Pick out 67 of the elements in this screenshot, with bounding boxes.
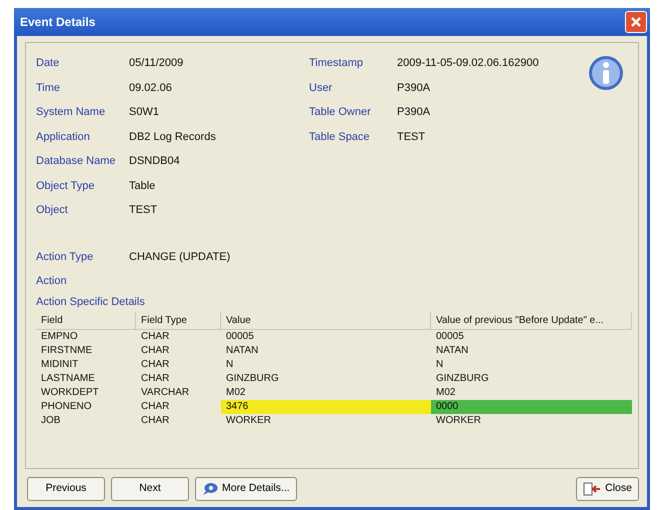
column-header[interactable]: Value — [221, 312, 431, 330]
field-value: DB2 Log Records — [129, 130, 216, 144]
table-cell-text: CHAR — [140, 330, 170, 344]
field-value: P390A — [397, 80, 430, 96]
field-value: 09.02.06 — [129, 80, 172, 96]
column-header[interactable]: Value of previous "Before Update" e... — [431, 312, 632, 330]
table-cell-text: WORKER — [435, 414, 482, 428]
field-label: Time — [36, 80, 62, 96]
field-label: Object Type — [36, 178, 96, 194]
table-cell-text: CHAR — [140, 344, 170, 358]
field-label: User — [309, 80, 334, 96]
table-cell-text: LASTNAME — [40, 372, 96, 386]
close-icon[interactable] — [625, 11, 647, 33]
section-title: Action Specific Details — [36, 294, 146, 310]
field-label: Action Type — [36, 250, 94, 264]
table-cell-text: CHAR — [140, 372, 170, 386]
table-cell-text: PHONENO — [40, 400, 93, 414]
speech-bubble-icon — [202, 482, 218, 496]
table-cell-text: WORKER — [225, 414, 272, 428]
table-cell-text: JOB — [40, 414, 62, 428]
field-label: Action — [36, 274, 68, 289]
table-cell: 3476 — [221, 400, 431, 414]
table-cell-text: NATAN — [225, 344, 260, 358]
field-value: TEST — [397, 130, 426, 144]
table-cell-text: GINZBURG — [435, 372, 490, 386]
field-value: 05/11/2009 — [129, 56, 184, 71]
table-cell-text: NATAN — [435, 344, 470, 358]
field-value: CHANGE (UPDATE) — [129, 250, 230, 264]
table-cell-text: FIRSTNME — [40, 344, 94, 358]
dialog-button[interactable]: Next — [111, 477, 189, 501]
exit-door-icon — [583, 482, 602, 496]
table-cell-text: M02 — [435, 386, 456, 400]
field-label: Date — [36, 56, 60, 71]
field-value: S0W1 — [129, 105, 159, 120]
field-value: TEST — [129, 203, 158, 218]
table-cell-text: WORKDEPT — [40, 386, 100, 400]
window-title: Event Details — [20, 14, 96, 31]
table-cell-text: 00005 — [225, 330, 255, 344]
field-label: Object — [36, 203, 69, 218]
field-label: System Name — [36, 105, 106, 120]
close-button[interactable]: Close — [576, 477, 639, 501]
field-value: DSNDB04 — [129, 154, 180, 169]
table-cell-text: M02 — [225, 386, 246, 400]
table-cell-text: CHAR — [140, 400, 170, 414]
column-header[interactable]: Field — [36, 312, 136, 330]
table-cell-text: GINZBURG — [225, 372, 280, 386]
table-cell-text: CHAR — [140, 414, 170, 428]
info-icon — [588, 55, 624, 91]
dialog-button[interactable]: More Details... — [195, 477, 297, 501]
table-cell-text: EMPNO — [40, 330, 79, 344]
table-cell-text: CHAR — [140, 358, 170, 372]
table-cell: 0000 — [431, 400, 632, 414]
field-value: 2009-11-05-09.02.06.162900 — [397, 56, 539, 71]
table-cell-text: VARCHAR — [140, 386, 190, 400]
field-label: Application — [36, 130, 91, 144]
field-label: Database Name — [36, 154, 116, 169]
dialog-button[interactable]: Previous — [27, 477, 105, 501]
table-cell-text: MIDINIT — [40, 358, 80, 372]
column-header[interactable]: Field Type — [136, 312, 221, 330]
table-cell-text: N — [435, 358, 444, 372]
field-label: Table Owner — [309, 105, 372, 120]
table-cell-text: 00005 — [435, 330, 465, 344]
field-value: P390A — [397, 105, 430, 120]
table-cell-text: N — [225, 358, 234, 372]
field-label: Table Space — [309, 130, 371, 144]
field-label: Timestamp — [309, 56, 364, 71]
field-value: Table — [129, 178, 156, 194]
